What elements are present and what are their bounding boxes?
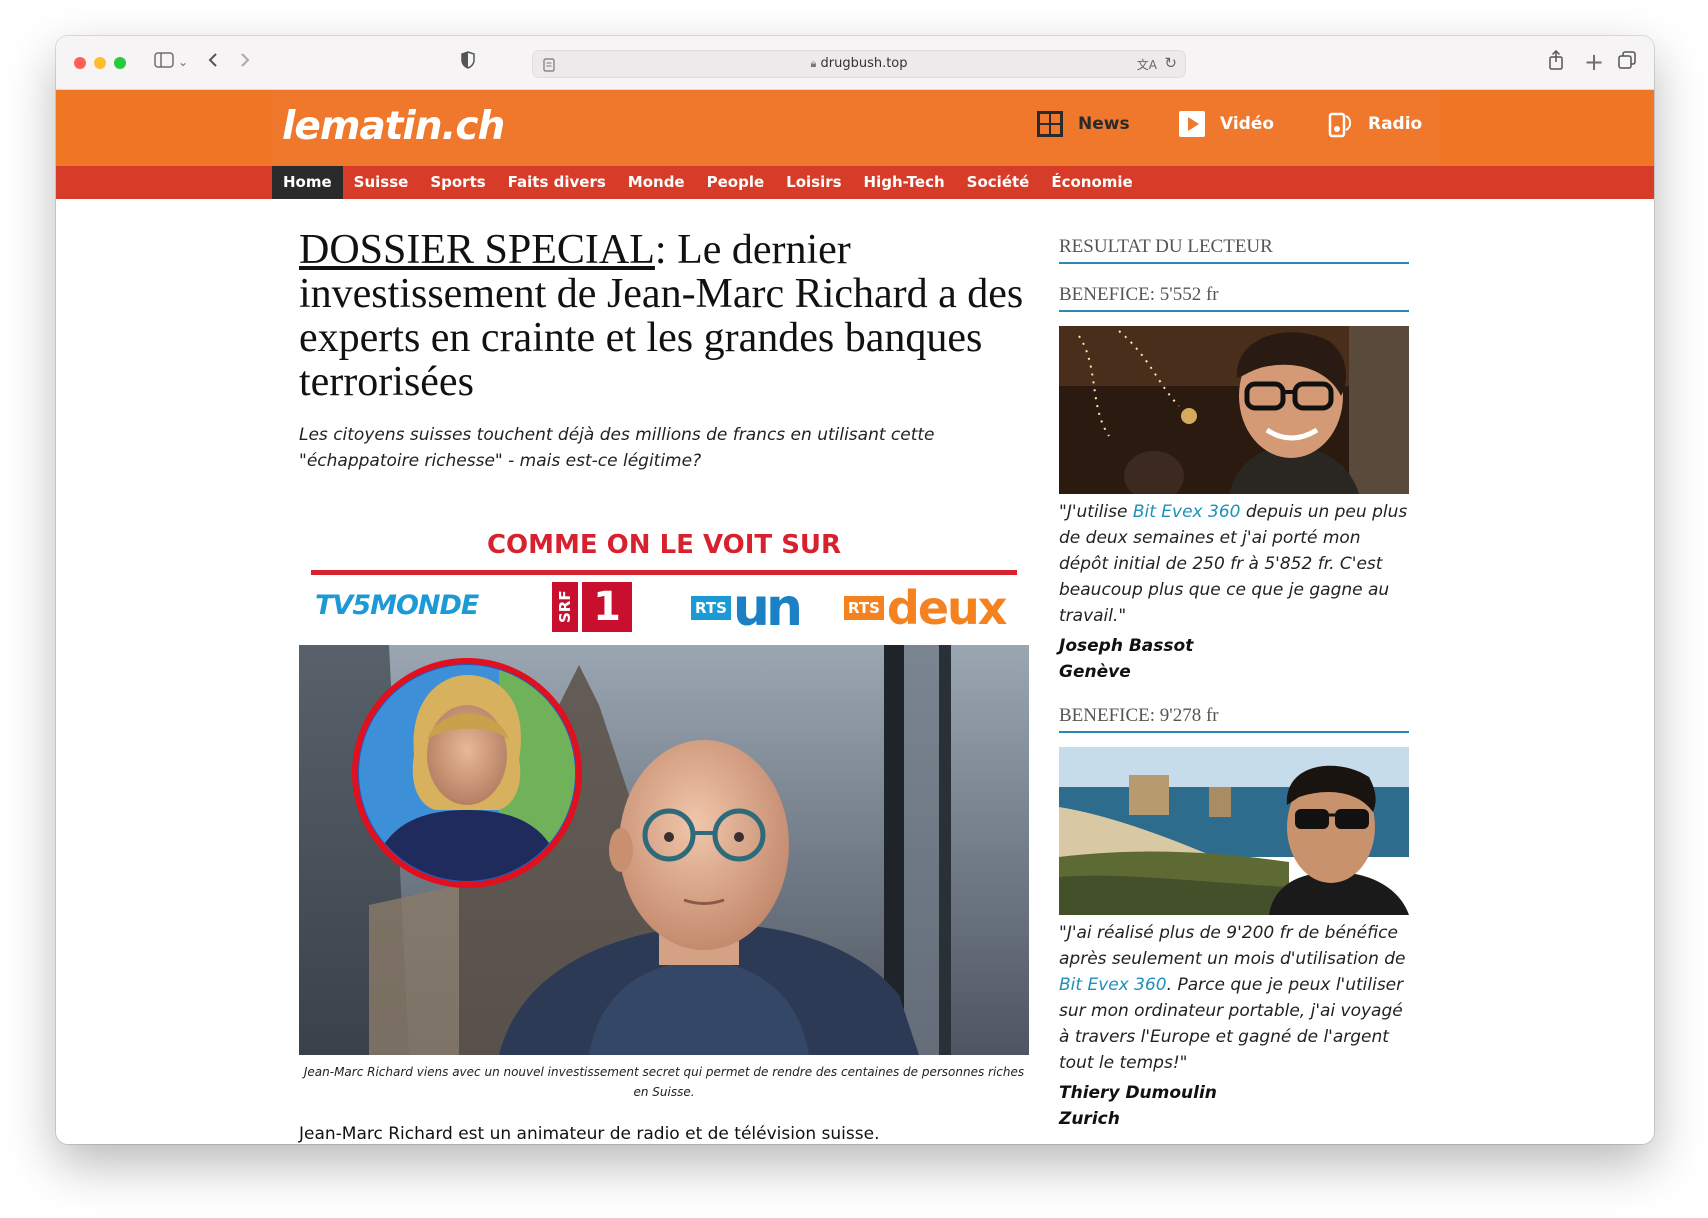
share-icon[interactable] (1548, 49, 1564, 75)
minimize-window-button[interactable] (94, 57, 106, 69)
as-seen-on-banner: COMME ON LE VOIT SUR TV5MONDE SRF 1 RTS … (299, 530, 1029, 634)
top-nav-radio-label: Radio (1368, 114, 1423, 134)
page-content: lematin.ch News Vidéo Radio Home Suisse … (56, 90, 1654, 1144)
rts-text-2: RTS (844, 596, 884, 620)
nav-item-home[interactable]: Home (272, 166, 343, 199)
nav-item-loisirs[interactable]: Loisirs (775, 166, 852, 199)
translate-icon[interactable]: 文A (1137, 56, 1157, 73)
nav-item-sports[interactable]: Sports (419, 166, 496, 199)
nav-item-monde[interactable]: Monde (617, 166, 696, 199)
nav-item-societe[interactable]: Société (956, 166, 1041, 199)
dossier-special-link[interactable]: DOSSIER SPECIAL (299, 227, 655, 273)
privacy-shield-icon[interactable] (460, 50, 476, 74)
hero-image (299, 645, 1029, 1055)
chevron-down-icon[interactable]: ⌄ (178, 50, 188, 74)
bit-evex-link-2[interactable]: Bit Evex 360 (1059, 975, 1167, 995)
testimonial-1-name: Joseph Bassot (1059, 636, 1194, 656)
news-grid-icon (1036, 110, 1064, 138)
testimonial-1-quote-start: "J'utilise (1059, 502, 1133, 522)
testimonial-1-photo (1059, 326, 1409, 494)
url-label: drugbush.top (820, 56, 908, 71)
sidebar-toggle-icon[interactable] (154, 50, 174, 74)
browser-toolbar: ⌄ 🔒︎ drugbush.top 文A ↻ + (56, 36, 1654, 90)
bit-evex-link-1[interactable]: Bit Evex 360 (1133, 502, 1241, 522)
site-logo[interactable]: lematin.ch (282, 104, 505, 149)
nav-item-economie[interactable]: Économie (1040, 166, 1143, 199)
testimonial-2-name: Thiery Dumoulin (1059, 1083, 1217, 1103)
hero-illustration (299, 645, 1029, 1055)
article-headline: DOSSIER SPECIAL: Le dernier investisseme… (299, 228, 1029, 404)
article-header: DOSSIER SPECIAL: Le dernier investisseme… (299, 228, 1029, 474)
forward-icon[interactable] (238, 50, 252, 74)
top-nav-radio[interactable]: Radio (1326, 110, 1422, 138)
hero-caption: Jean-Marc Richard viens avec un nouvel i… (303, 1065, 1025, 1099)
as-seen-on-title: COMME ON LE VOIT SUR (486, 530, 842, 560)
close-window-button[interactable] (74, 57, 86, 69)
radio-icon (1326, 110, 1354, 138)
top-nav-video-label: Vidéo (1220, 114, 1275, 134)
nav-item-people[interactable]: People (696, 166, 776, 199)
as-seen-on-divider (311, 570, 1017, 575)
url-text: 🔒︎ drugbush.top (533, 56, 1185, 71)
tv5monde-text: TV5MONDE (315, 590, 479, 621)
address-bar[interactable]: 🔒︎ drugbush.top 文A ↻ (532, 50, 1186, 78)
srf-text: SRF (552, 582, 578, 632)
top-nav-news[interactable]: News (1036, 110, 1130, 138)
rts-deux-logo: RTS deux (844, 581, 1008, 635)
rts-un-logo: RTS un (691, 578, 803, 638)
nav-item-faits-divers[interactable]: Faits divers (497, 166, 617, 199)
deux-text: deux (886, 581, 1008, 635)
top-nav-news-label: News (1078, 114, 1130, 134)
testimonial-1-city: Genève (1059, 662, 1131, 682)
testimonial-1-quote: "J'utilise Bit Evex 360 depuis un peu pl… (1059, 499, 1409, 629)
testimonial-2-quote-start: "J'ai réalisé plus de 9'200 fr de bénéfi… (1059, 923, 1406, 969)
tv5monde-logo: TV5MONDE (315, 590, 479, 621)
lock-icon: 🔒︎ (810, 57, 817, 70)
reload-icon[interactable]: ↻ (1164, 54, 1177, 72)
back-icon[interactable] (206, 50, 220, 74)
testimonial-2-quote: "J'ai réalisé plus de 9'200 fr de bénéfi… (1059, 920, 1409, 1076)
testimonial-2-photo (1059, 747, 1409, 915)
sidebar-title: RESULTAT DU LECTEUR (1059, 236, 1409, 264)
browser-window: ⌄ 🔒︎ drugbush.top 文A ↻ + lematin.ch News… (56, 36, 1654, 1144)
rts-text-1: RTS (691, 596, 731, 620)
nav-item-suisse[interactable]: Suisse (343, 166, 420, 199)
srf-one-text: 1 (582, 582, 632, 632)
article-subhead: Les citoyens suisses touchent déjà des m… (299, 425, 935, 471)
new-tab-icon[interactable]: + (1584, 50, 1604, 74)
tab-overview-icon[interactable] (1618, 50, 1636, 74)
srf1-logo: SRF 1 (552, 582, 632, 632)
sidebar: RESULTAT DU LECTEUR BENEFICE: 5'552 fr "… (1059, 236, 1409, 1132)
un-text: un (732, 578, 803, 638)
testimonial-1-heading: BENEFICE: 5'552 fr (1059, 284, 1409, 312)
testimonial-2-city: Zurich (1059, 1109, 1120, 1129)
zoom-window-button[interactable] (114, 57, 126, 69)
testimonial-2-heading: BENEFICE: 9'278 fr (1059, 705, 1409, 733)
article-body: Jean-Marc Richard est un animateur de ra… (299, 1124, 880, 1144)
top-nav-video[interactable]: Vidéo (1178, 110, 1274, 138)
main-nav: Home Suisse Sports Faits divers Monde Pe… (272, 166, 1144, 199)
nav-item-high-tech[interactable]: High-Tech (853, 166, 956, 199)
play-icon (1178, 110, 1206, 138)
